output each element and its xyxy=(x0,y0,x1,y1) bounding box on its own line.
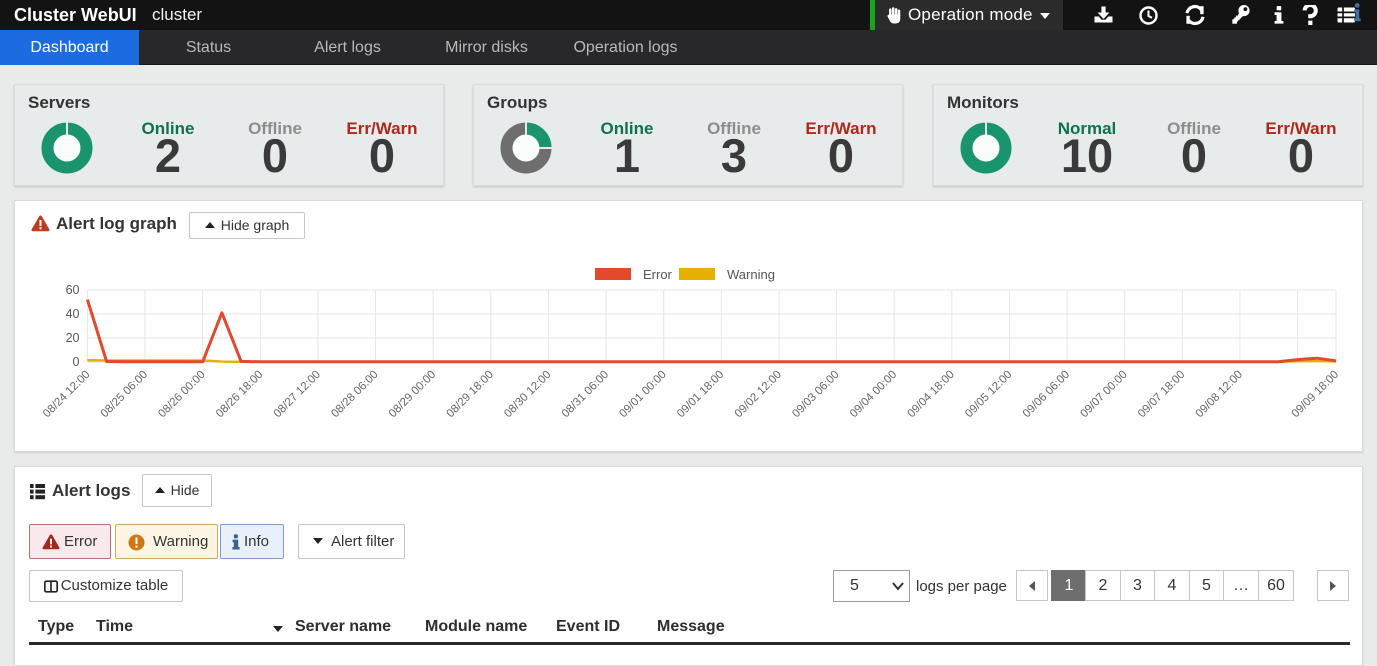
svg-text:40: 40 xyxy=(66,307,80,321)
svg-text:08/24 12:00: 08/24 12:00 xyxy=(41,369,92,420)
svg-text:08/26 18:00: 08/26 18:00 xyxy=(214,369,265,420)
svg-text:20: 20 xyxy=(66,331,80,345)
svg-text:09/07 18:00: 09/07 18:00 xyxy=(1136,369,1187,420)
svg-text:09/09 18:00: 09/09 18:00 xyxy=(1290,369,1341,420)
svg-text:08/29 18:00: 08/29 18:00 xyxy=(444,369,495,420)
svg-text:08/26 00:00: 08/26 00:00 xyxy=(156,369,207,420)
svg-text:08/29 00:00: 08/29 00:00 xyxy=(387,369,438,420)
svg-text:09/03 06:00: 09/03 06:00 xyxy=(790,369,841,420)
svg-text:0: 0 xyxy=(73,355,80,369)
svg-text:09/01 18:00: 09/01 18:00 xyxy=(675,369,726,420)
svg-text:08/31 06:00: 08/31 06:00 xyxy=(560,369,611,420)
svg-text:09/07 00:00: 09/07 00:00 xyxy=(1078,369,1129,420)
svg-text:09/06 06:00: 09/06 06:00 xyxy=(1021,369,1072,420)
svg-text:09/01 00:00: 09/01 00:00 xyxy=(617,369,668,420)
svg-text:09/02 12:00: 09/02 12:00 xyxy=(733,369,784,420)
svg-text:60: 60 xyxy=(66,283,80,297)
svg-text:09/08 12:00: 09/08 12:00 xyxy=(1194,369,1245,420)
svg-text:09/04 18:00: 09/04 18:00 xyxy=(905,369,956,420)
svg-text:08/27 12:00: 08/27 12:00 xyxy=(272,369,323,420)
svg-text:08/25 06:00: 08/25 06:00 xyxy=(99,369,150,420)
svg-text:08/30 12:00: 08/30 12:00 xyxy=(502,369,553,420)
svg-text:08/28 06:00: 08/28 06:00 xyxy=(329,369,380,420)
svg-text:09/05 12:00: 09/05 12:00 xyxy=(963,369,1014,420)
svg-text:09/04 00:00: 09/04 00:00 xyxy=(848,369,899,420)
